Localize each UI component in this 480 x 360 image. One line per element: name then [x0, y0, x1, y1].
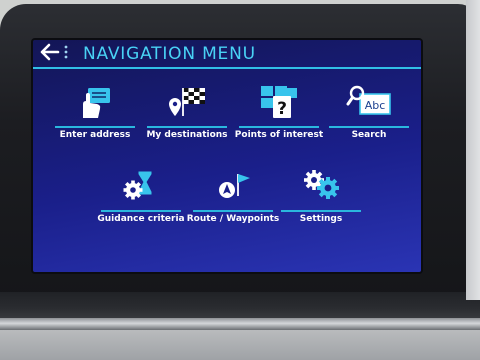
menu-item-label: Guidance criteria: [97, 214, 185, 224]
magnifier-abc-icon: Abc: [346, 85, 391, 115]
checkered-flag-pin-icon: [169, 88, 205, 116]
page-title: NAVIGATION MENU: [83, 44, 256, 64]
chrome-trim: [0, 318, 480, 330]
question-boxes-icon: ?: [261, 86, 297, 119]
menu-item-label: Enter address: [59, 130, 131, 140]
menu-item-route-waypoints[interactable]: Route / Waypoints: [187, 168, 279, 228]
back-arrow-icon: [40, 43, 60, 61]
tile-separator: [193, 210, 273, 212]
menu-item-settings[interactable]: Settings: [275, 168, 367, 228]
route-flag-icon: [219, 174, 250, 198]
tile-separator: [281, 210, 361, 212]
menu-item-label: Search: [351, 130, 387, 140]
tile-separator: [147, 126, 227, 128]
dashboard-lower: [0, 330, 480, 360]
menu-item-search[interactable]: Abc Search: [323, 84, 415, 144]
address-card-icon: [83, 88, 110, 118]
tile-separator: [329, 126, 409, 128]
gears-icon: [304, 170, 339, 199]
menu-item-label: My destinations: [146, 130, 228, 140]
tile-separator: [239, 126, 319, 128]
tile-separator: [101, 210, 181, 212]
menu-item-label: Points of interest: [234, 130, 324, 140]
svg-text:?: ?: [277, 99, 287, 119]
vertical-dots-icon: [64, 45, 68, 59]
menu-item-enter-address[interactable]: Enter address: [49, 84, 141, 144]
background-wall: [466, 0, 480, 300]
navigation-screen: NAVIGATION MENU Enter address My destina…: [33, 40, 421, 272]
gear-hourglass-icon: [123, 171, 152, 200]
menu-header: NAVIGATION MENU: [33, 40, 421, 69]
more-options-button[interactable]: [63, 43, 69, 67]
menu-item-points-of-interest[interactable]: ? Points of interest: [233, 84, 325, 144]
menu-item-label: Settings: [299, 214, 343, 224]
tile-separator: [55, 126, 135, 128]
svg-text:Abc: Abc: [365, 99, 386, 112]
back-button[interactable]: [39, 43, 61, 63]
menu-item-my-destinations[interactable]: My destinations: [141, 84, 233, 144]
menu-item-guidance-criteria[interactable]: Guidance criteria: [95, 168, 187, 228]
